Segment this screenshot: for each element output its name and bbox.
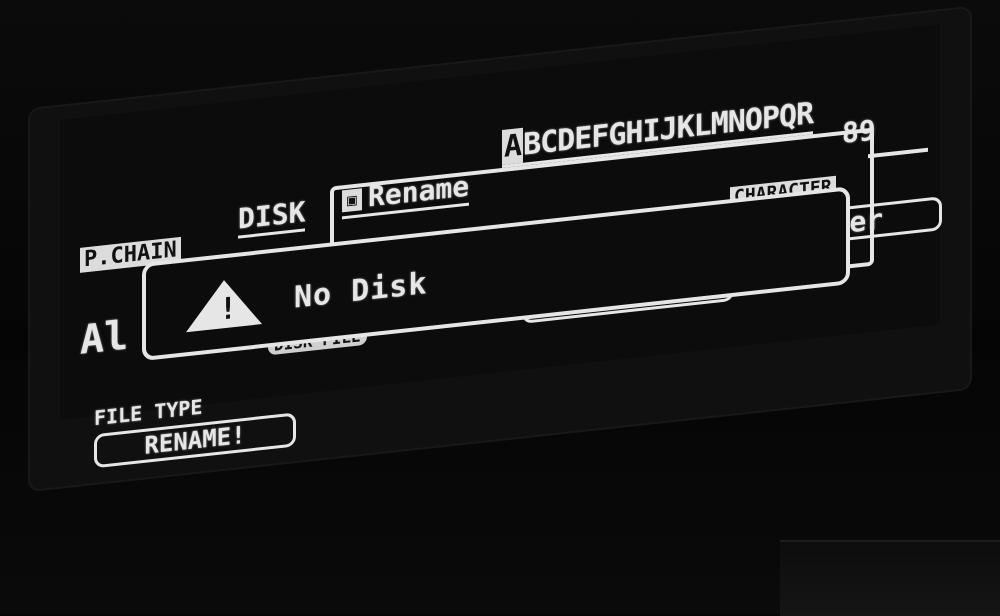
file-name-display: Al xyxy=(80,312,129,364)
device-body: P.CHAIN DISK ▣ Rename ABCDEFGHIJKLMNOPQR … xyxy=(0,0,1000,616)
disk-menu-label: DISK xyxy=(238,195,306,239)
header-rule xyxy=(868,147,928,159)
warning-exclamation-icon: ! xyxy=(219,290,238,328)
character-cursor: A xyxy=(502,127,524,165)
dialog-message: No Disk xyxy=(294,266,428,316)
